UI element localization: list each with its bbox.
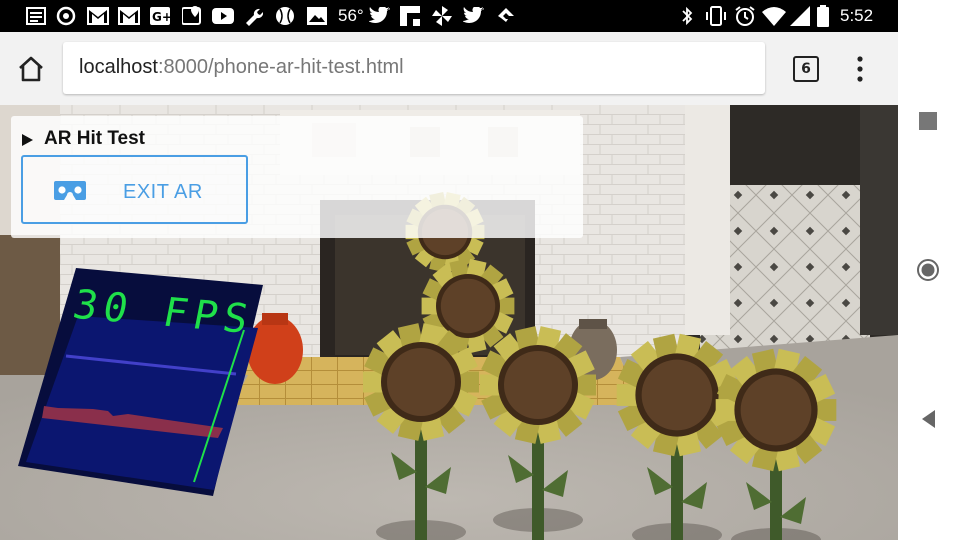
sunflower-model — [480, 326, 596, 540]
wifi-icon — [762, 6, 786, 26]
tab-count: 6 — [801, 61, 811, 77]
url-host: localhost — [79, 56, 158, 78]
vibrate-icon — [705, 6, 727, 26]
url-text: localhost:8000/phone-ar-hit-test.html — [79, 56, 404, 79]
gmail-icon — [87, 6, 109, 26]
feedly-icon — [496, 6, 516, 26]
pinwheel-icon — [432, 6, 452, 26]
battery-icon — [817, 5, 829, 27]
recents-button[interactable] — [919, 112, 937, 130]
exit-ar-button[interactable]: EXIT AR — [21, 155, 248, 224]
youtube-icon — [212, 6, 234, 26]
home-icon — [19, 56, 43, 82]
google-plus-icon: G+ — [150, 6, 170, 26]
back-button[interactable] — [920, 409, 938, 429]
twitter-icon — [369, 6, 391, 26]
cardboard-headset-icon — [54, 181, 86, 200]
twitter-icon — [463, 6, 485, 26]
sunflower-model — [616, 333, 738, 540]
clock-time: 5:52 — [840, 6, 874, 25]
android-nav-bar — [898, 0, 960, 540]
photos-icon — [307, 6, 327, 26]
browser-toolbar: localhost:8000/phone-ar-hit-test.html 6 — [0, 32, 898, 105]
panel-title[interactable]: AR Hit Test — [44, 128, 145, 150]
temperature-text: 56° — [338, 6, 364, 25]
tab-switcher-button[interactable]: 6 — [793, 56, 819, 82]
signal-icon — [790, 6, 810, 26]
alarm-icon — [734, 6, 756, 26]
more-vert-icon — [857, 56, 863, 82]
exit-ar-label: EXIT AR — [123, 181, 203, 203]
baseball-icon — [275, 6, 295, 26]
bluetooth-icon — [680, 6, 694, 26]
menu-button[interactable] — [848, 54, 872, 84]
gmail-icon — [118, 6, 140, 26]
flipboard-icon — [400, 6, 420, 26]
wrench-icon — [243, 6, 263, 26]
fps-meter: 30 FPS — [18, 268, 263, 496]
sunflower-model — [363, 323, 479, 540]
home-nav-button[interactable] — [917, 259, 939, 281]
status-bar: G+ 56° 5:52 — [0, 0, 898, 32]
address-bar[interactable]: localhost:8000/phone-ar-hit-test.html — [63, 42, 765, 94]
ar-overlay-panel: AR Hit Test EXIT AR — [11, 116, 583, 238]
maps-icon — [182, 6, 202, 26]
svg-text:G+: G+ — [152, 10, 170, 24]
url-path: :8000/phone-ar-hit-test.html — [157, 56, 404, 78]
home-button[interactable] — [14, 52, 48, 86]
newspaper-icon — [26, 6, 46, 26]
threads-icon — [56, 6, 76, 26]
disclosure-triangle-icon[interactable] — [21, 133, 35, 147]
